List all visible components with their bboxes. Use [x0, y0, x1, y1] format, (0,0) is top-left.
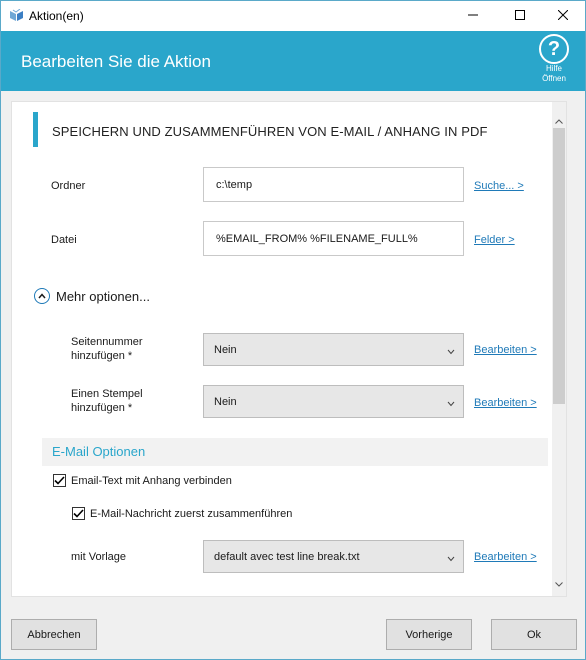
- scroll-content: SPEICHERN UND ZUSAMMENFÜHREN VON E-MAIL …: [12, 102, 552, 596]
- ok-button[interactable]: Ok: [491, 619, 577, 650]
- page-number-select[interactable]: Nein: [203, 333, 464, 366]
- stamp-edit-link[interactable]: Bearbeiten >: [474, 397, 537, 409]
- vertical-scrollbar[interactable]: [552, 102, 566, 596]
- more-options-toggle[interactable]: Mehr optionen...: [34, 288, 150, 304]
- more-options-label: Mehr optionen...: [56, 288, 150, 304]
- help-label-open: Öffnen: [542, 74, 566, 83]
- maximize-icon: [514, 9, 525, 23]
- chevron-down-icon: [447, 553, 455, 565]
- title-bar: Aktion(en): [1, 1, 585, 31]
- stamp-label: Einen Stempel: [71, 388, 143, 400]
- email-options-title: E-Mail Optionen: [52, 444, 146, 459]
- minimize-icon: [467, 10, 478, 23]
- page-number-label-2: hinzufügen *: [71, 350, 133, 362]
- page-number-edit-link[interactable]: Bearbeiten >: [474, 344, 537, 356]
- chevron-up-icon: [34, 288, 50, 304]
- template-value: default avec test line break.txt: [214, 550, 360, 563]
- previous-button[interactable]: Vorherige: [386, 619, 472, 650]
- fields-link[interactable]: Felder >: [474, 234, 515, 246]
- dialog-window: Aktion(en) Bearbeiten Sie die Aktion ? H…: [0, 0, 586, 660]
- stamp-label-2: hinzufügen *: [71, 402, 133, 414]
- folder-label: Ordner: [51, 180, 86, 192]
- stamp-value: Nein: [214, 395, 237, 408]
- merge-text-checkbox[interactable]: Email-Text mit Anhang verbinden: [53, 474, 232, 487]
- template-edit-link[interactable]: Bearbeiten >: [474, 551, 537, 563]
- browse-link[interactable]: Suche... >: [474, 180, 524, 192]
- page-number-value: Nein: [214, 343, 237, 356]
- action-panel: SPEICHERN UND ZUSAMMENFÜHREN VON E-MAIL …: [11, 101, 567, 597]
- checkmark-icon: [72, 507, 85, 520]
- help-button[interactable]: ? Hilfe Öffnen: [536, 34, 572, 84]
- folder-input[interactable]: c:\temp: [203, 167, 464, 202]
- checkmark-icon: [53, 474, 66, 487]
- stamp-select[interactable]: Nein: [203, 385, 464, 418]
- close-icon: [557, 9, 568, 23]
- merge-first-label: E-Mail-Nachricht zuerst zusammenführen: [90, 507, 293, 520]
- scroll-up-icon[interactable]: [555, 115, 563, 127]
- app-icon: [9, 8, 24, 22]
- window-title: Aktion(en): [29, 9, 84, 23]
- close-button[interactable]: [540, 1, 585, 31]
- minimize-button[interactable]: [450, 1, 495, 31]
- template-select[interactable]: default avec test line break.txt: [203, 540, 464, 573]
- page-title: Bearbeiten Sie die Aktion: [21, 52, 211, 71]
- page-header: Bearbeiten Sie die Aktion ? Hilfe Öffnen: [1, 31, 585, 91]
- template-label: mit Vorlage: [71, 551, 127, 563]
- merge-text-label: Email-Text mit Anhang verbinden: [71, 474, 232, 487]
- section-accent-bar: [33, 112, 38, 147]
- section-title: SPEICHERN UND ZUSAMMENFÜHREN VON E-MAIL …: [52, 124, 488, 139]
- chevron-down-icon: [447, 346, 455, 358]
- page-number-label: Seitennummer: [71, 336, 143, 348]
- scrollbar-thumb[interactable]: [553, 128, 565, 404]
- file-input[interactable]: %EMAIL_FROM% %FILENAME_FULL%: [203, 221, 464, 256]
- merge-first-checkbox[interactable]: E-Mail-Nachricht zuerst zusammenführen: [72, 507, 292, 520]
- chevron-down-icon: [447, 398, 455, 410]
- help-icon: ?: [539, 34, 569, 64]
- help-label: Hilfe: [545, 64, 562, 73]
- cancel-button[interactable]: Abbrechen: [11, 619, 97, 650]
- maximize-button[interactable]: [497, 1, 542, 31]
- file-label: Datei: [51, 234, 77, 246]
- email-options-header: E-Mail Optionen: [42, 438, 548, 466]
- scroll-down-icon[interactable]: [555, 578, 563, 590]
